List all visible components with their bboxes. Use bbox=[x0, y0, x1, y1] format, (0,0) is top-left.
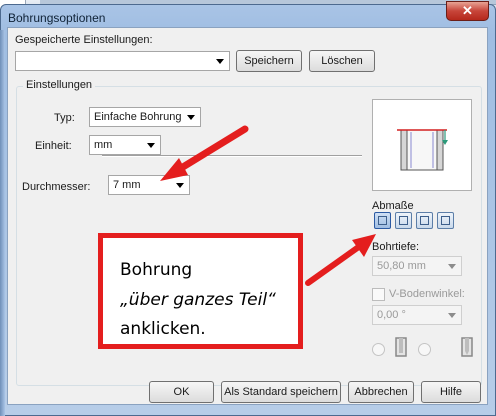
chevron-down-icon bbox=[216, 59, 224, 64]
type-select[interactable]: Einfache Bohrung bbox=[89, 107, 201, 127]
delete-button[interactable]: Löschen bbox=[309, 50, 375, 72]
dimensions-label: Abmaße bbox=[372, 200, 414, 212]
window-left-border bbox=[0, 30, 5, 416]
unit-select[interactable]: mm bbox=[89, 135, 161, 155]
angle-select[interactable]: 0,00 ° bbox=[372, 305, 462, 325]
unit-value: mm bbox=[94, 139, 113, 151]
chevron-down-icon bbox=[147, 143, 155, 148]
instruction-callout: Bohrung „über ganzes Teil“ anklicken. bbox=[98, 233, 303, 349]
diameter-select[interactable]: 7 mm bbox=[108, 175, 190, 195]
callout-line-3: anklicken. bbox=[120, 319, 206, 339]
ok-button[interactable]: OK bbox=[149, 381, 214, 403]
separator bbox=[102, 155, 362, 157]
hole-preview bbox=[372, 99, 472, 191]
bottom-angle-radio[interactable] bbox=[418, 343, 431, 356]
save-as-default-button[interactable]: Als Standard speichern bbox=[221, 381, 341, 403]
blind-depth-icon bbox=[399, 216, 408, 225]
callout-line-2: „über ganzes Teil“ bbox=[120, 290, 276, 310]
diameter-label: Durchmesser: bbox=[22, 181, 91, 193]
close-button[interactable]: ✕ bbox=[446, 1, 489, 21]
angle-value: 0,00 ° bbox=[377, 309, 406, 321]
window-title: Bohrungsoptionen bbox=[8, 11, 106, 25]
chevron-down-icon bbox=[176, 183, 184, 188]
hole-preview-icon bbox=[397, 129, 448, 171]
to-face-icon bbox=[420, 216, 429, 225]
depth-offset-button[interactable] bbox=[437, 212, 454, 229]
bottom-flat-radio[interactable] bbox=[372, 343, 385, 356]
depth-to-face-button[interactable] bbox=[416, 212, 433, 229]
cancel-button[interactable]: Abbrechen bbox=[348, 381, 414, 403]
depth-value: 50,80 mm bbox=[377, 260, 426, 272]
depth-blind-button[interactable] bbox=[395, 212, 412, 229]
through-all-icon bbox=[378, 216, 387, 225]
diameter-value: 7 mm bbox=[113, 179, 141, 191]
chevron-down-icon bbox=[187, 115, 195, 120]
type-label: Typ: bbox=[54, 112, 75, 124]
type-value: Einfache Bohrung bbox=[94, 111, 182, 123]
v-bottom-angle-checkbox[interactable] bbox=[372, 288, 385, 301]
depth-label: Bohrtiefe: bbox=[372, 241, 420, 253]
offset-icon bbox=[441, 216, 450, 225]
v-bottom-angle-label: V-Bodenwinkel: bbox=[389, 288, 465, 300]
depth-select[interactable]: 50,80 mm bbox=[372, 256, 462, 276]
chevron-down-icon bbox=[448, 313, 456, 318]
unit-label: Einheit: bbox=[35, 140, 72, 152]
settings-group-title: Einstellungen bbox=[23, 79, 96, 91]
flat-bottom-icon bbox=[395, 337, 407, 357]
saved-settings-select[interactable] bbox=[15, 51, 230, 71]
saved-settings-label: Gespeicherte Einstellungen: bbox=[15, 34, 153, 46]
callout-line-1: Bohrung bbox=[120, 260, 193, 280]
save-button[interactable]: Speichern bbox=[236, 50, 302, 72]
depth-through-all-button[interactable] bbox=[374, 212, 391, 229]
chevron-down-icon bbox=[448, 264, 456, 269]
angle-bottom-icon bbox=[461, 337, 473, 357]
help-button[interactable]: Hilfe bbox=[421, 381, 481, 403]
